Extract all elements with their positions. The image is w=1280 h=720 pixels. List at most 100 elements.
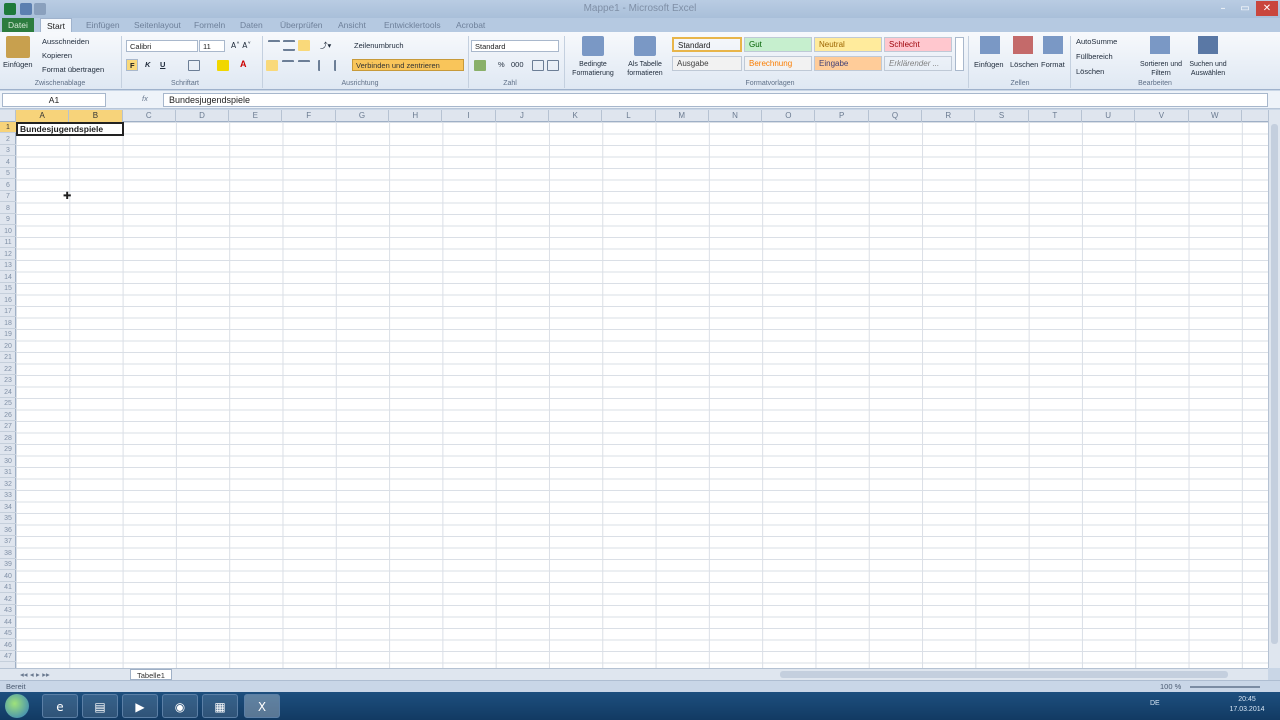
media-player-icon[interactable]: ▶ (122, 694, 158, 718)
tab-file[interactable]: Datei (2, 18, 34, 32)
style-cell-neutral[interactable]: Neutral (814, 37, 882, 52)
fill-color-icon[interactable] (217, 60, 229, 71)
explorer-icon[interactable]: ▤ (82, 694, 118, 718)
row-header[interactable]: 6 (0, 180, 16, 191)
align-middle-icon[interactable] (283, 40, 295, 51)
tab-developer[interactable]: Entwicklertools (378, 18, 447, 32)
vertical-scroll-thumb[interactable] (1271, 124, 1278, 644)
row-header[interactable]: 10 (0, 226, 16, 237)
decrease-decimal-icon[interactable] (547, 60, 559, 71)
excel-taskbar-icon[interactable]: X (244, 694, 280, 718)
style-cell-explanatory[interactable]: Erklärender ... (884, 56, 952, 71)
row-header[interactable]: 20 (0, 341, 16, 352)
fx-button[interactable]: fx (142, 94, 148, 103)
row-header[interactable]: 25 (0, 398, 16, 409)
clock[interactable]: 20:45 17.03.2014 (1218, 695, 1276, 715)
format-cells-button[interactable]: Format (1041, 60, 1065, 69)
font-size-select[interactable]: 11 (199, 40, 225, 52)
font-name-select[interactable]: Calibri (126, 40, 198, 52)
column-header[interactable]: Q (869, 110, 923, 122)
zoom-level[interactable]: 100 % (1160, 682, 1181, 691)
font-color-icon[interactable]: A (240, 59, 247, 69)
increase-indent-icon[interactable] (334, 60, 346, 71)
vertical-scrollbar[interactable] (1268, 110, 1280, 668)
paste-button[interactable]: Einfügen (3, 60, 33, 69)
row-header[interactable]: 43 (0, 605, 16, 616)
row-header[interactable]: 29 (0, 444, 16, 455)
conditional-formatting-button[interactable]: Bedingte Formatierung (567, 60, 619, 78)
horizontal-scroll-thumb[interactable] (780, 671, 1228, 678)
maximize-button[interactable]: ▭ (1234, 1, 1256, 16)
cut-button[interactable]: Ausschneiden (42, 37, 89, 46)
column-header[interactable]: P (816, 110, 869, 122)
row-header[interactable]: 37 (0, 536, 16, 547)
underline-button[interactable]: U (160, 60, 165, 69)
row-header[interactable]: 32 (0, 479, 16, 490)
row-header[interactable]: 24 (0, 387, 16, 398)
row-header[interactable]: 30 (0, 456, 16, 467)
row-header[interactable]: 38 (0, 548, 16, 559)
fill-button[interactable]: Füllbereich (1076, 52, 1113, 61)
row-header[interactable]: 28 (0, 433, 16, 444)
insert-cells-icon[interactable] (980, 36, 1000, 54)
align-left-icon[interactable] (266, 60, 278, 71)
row-header[interactable]: 45 (0, 628, 16, 639)
row-header[interactable]: 1 (0, 122, 16, 133)
select-all-corner[interactable] (0, 110, 16, 122)
undo-icon[interactable] (34, 3, 46, 15)
column-header[interactable]: C (123, 110, 176, 122)
windows-start-icon[interactable] (5, 694, 29, 718)
row-header[interactable]: 7 (0, 191, 16, 202)
increase-decimal-icon[interactable] (532, 60, 544, 71)
name-box[interactable]: A1 (2, 93, 106, 107)
active-cell-a1[interactable]: Bundesjugendspiele (16, 122, 124, 136)
row-header[interactable]: 42 (0, 594, 16, 605)
row-header[interactable]: 16 (0, 295, 16, 306)
delete-cells-icon[interactable] (1013, 36, 1033, 54)
row-header[interactable]: 11 (0, 237, 16, 248)
minimize-button[interactable]: – (1212, 1, 1234, 16)
save-icon[interactable] (20, 3, 32, 15)
ie-icon[interactable]: e (42, 694, 78, 718)
column-header[interactable]: B (69, 110, 123, 122)
tab-start[interactable]: Start (40, 18, 72, 32)
column-header[interactable]: U (1082, 110, 1136, 122)
row-header[interactable]: 5 (0, 168, 16, 179)
formula-input[interactable]: Bundesjugendspiele (163, 93, 1268, 107)
row-header[interactable]: 22 (0, 364, 16, 375)
firefox-icon[interactable]: ◉ (162, 694, 198, 718)
sort-filter-icon[interactable] (1150, 36, 1170, 54)
style-cell-good[interactable]: Gut (744, 37, 812, 52)
row-header[interactable]: 17 (0, 306, 16, 317)
format-painter-button[interactable]: Format übertragen (42, 65, 104, 74)
wrap-text-button[interactable]: Zeilenumbruch (354, 41, 404, 50)
row-header[interactable]: 34 (0, 502, 16, 513)
insert-cells-button[interactable]: Einfügen (974, 60, 1004, 69)
tab-data[interactable]: Daten (234, 18, 269, 32)
column-header[interactable]: A (16, 110, 70, 122)
row-header[interactable]: 27 (0, 421, 16, 432)
column-header[interactable]: L (602, 110, 656, 122)
format-cells-icon[interactable] (1043, 36, 1063, 54)
tab-page-layout[interactable]: Seitenlayout (128, 18, 187, 32)
tab-review[interactable]: Überprüfen (274, 18, 329, 32)
align-bottom-icon[interactable] (298, 40, 310, 51)
row-header[interactable]: 13 (0, 260, 16, 271)
row-header[interactable]: 41 (0, 582, 16, 593)
delete-cells-button[interactable]: Löschen (1010, 60, 1038, 69)
row-header[interactable]: 26 (0, 410, 16, 421)
format-as-table-button[interactable]: Als Tabelle formatieren (620, 60, 670, 78)
row-header[interactable]: 12 (0, 249, 16, 260)
row-header[interactable]: 39 (0, 559, 16, 570)
tab-insert[interactable]: Einfügen (80, 18, 126, 32)
conditional-formatting-icon[interactable] (582, 36, 604, 56)
align-center-icon[interactable] (282, 60, 294, 71)
align-right-icon[interactable] (298, 60, 310, 71)
bold-button[interactable]: F (126, 59, 138, 71)
orientation-icon[interactable]: ⤴▾ (320, 40, 331, 51)
row-header[interactable]: 2 (0, 134, 16, 145)
column-header[interactable]: W (1189, 110, 1242, 122)
worksheet-grid[interactable] (16, 122, 1268, 668)
style-cell-standard[interactable]: Standard (672, 37, 742, 52)
sort-filter-button[interactable]: Sortieren und Filtern (1138, 60, 1184, 78)
